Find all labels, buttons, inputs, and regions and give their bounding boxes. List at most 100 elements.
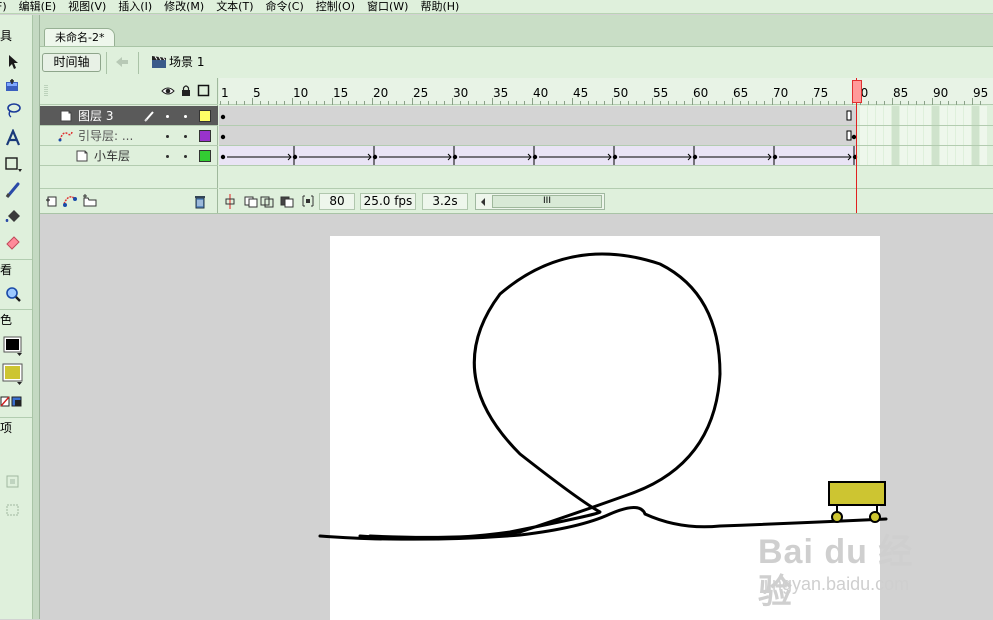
tween-keyframe[interactable] [372, 154, 378, 160]
text-tool-icon [5, 129, 21, 146]
center-frame-icon[interactable] [224, 194, 236, 209]
arrow-icon [9, 55, 18, 69]
timeline-panel: 图层 3 引导层: ... 小车层 1 5 10 15 20 25 30 35 … [40, 78, 993, 213]
swap-colors-icon [0, 396, 22, 407]
zoom-tool[interactable] [2, 283, 24, 305]
menu-insert[interactable]: 插入(I) [113, 0, 159, 13]
outline-icon[interactable] [197, 84, 211, 98]
ruler-tick-label: 1 [221, 86, 229, 100]
menu-text[interactable]: 文本(T) [211, 0, 260, 13]
visibility-dot[interactable] [166, 115, 169, 118]
ruler-tick-label: 40 [533, 86, 549, 100]
cart-wheel-left [831, 511, 843, 523]
add-motion-guide-icon[interactable] [62, 194, 80, 208]
motion-guide-icon [58, 131, 73, 142]
text-tool[interactable] [2, 127, 24, 149]
swap-colors-button[interactable] [0, 391, 22, 413]
snap-option[interactable] [2, 471, 24, 493]
tween-keyframe[interactable] [452, 154, 458, 160]
trash-icon[interactable] [193, 194, 207, 209]
timeline-scrollbar[interactable]: III [475, 193, 605, 210]
cart [828, 481, 886, 523]
edit-multiple-frames-icon[interactable] [280, 194, 296, 209]
lasso-tool[interactable] [2, 99, 24, 121]
frame-area: 15101520253035404550556065707580859095 8… [219, 78, 993, 213]
end-frame-marker [846, 130, 852, 141]
empty-frame-cell [876, 106, 883, 165]
layer-name[interactable]: 小车层 [94, 149, 130, 163]
keyframe[interactable] [220, 114, 226, 120]
layer-page-icon [76, 150, 88, 162]
frame-rate-field[interactable]: 25.0 fps [360, 193, 416, 210]
baidu-logo: Bai du 经验 [758, 533, 914, 611]
lock-dot[interactable] [184, 115, 187, 118]
eye-icon[interactable] [161, 86, 175, 96]
layer-row[interactable]: 图层 3 [40, 106, 218, 126]
layer-row[interactable]: 引导层: ... [40, 126, 218, 146]
keyframe[interactable] [220, 134, 226, 140]
scene-label[interactable]: 场景 1 [169, 55, 204, 69]
layer-row[interactable]: 小车层 [40, 146, 218, 166]
layer-name[interactable]: 图层 3 [78, 109, 113, 123]
modify-onion-markers-icon[interactable] [301, 194, 317, 209]
back-arrow-icon[interactable] [114, 54, 130, 70]
brush-icon [5, 182, 20, 198]
arrow-tool[interactable] [2, 51, 24, 73]
menu-view[interactable]: 视图(V) [63, 0, 113, 13]
menu-file[interactable]: F) [0, 0, 14, 13]
empty-frame-cell [956, 106, 963, 165]
insert-layer-icon[interactable] [45, 194, 59, 208]
rectangle-tool[interactable] [2, 153, 24, 175]
menu-help[interactable]: 帮助(H) [415, 0, 466, 13]
toolbar-divider [138, 52, 139, 74]
tools-divider [0, 309, 32, 310]
document-tab[interactable]: 未命名-2* [44, 28, 116, 47]
layer-outline-color[interactable] [199, 150, 211, 162]
ruler-tick-label: 35 [493, 86, 509, 100]
tween-keyframe[interactable] [772, 154, 778, 160]
tween-keyframe[interactable] [220, 154, 226, 160]
drag-handle-icon[interactable] [44, 84, 48, 98]
frame-ruler[interactable]: 15101520253035404550556065707580859095 [219, 78, 993, 105]
lock-dot[interactable] [184, 135, 187, 138]
smooth-option[interactable] [2, 499, 24, 521]
clapperboard-icon [152, 56, 166, 68]
visibility-dot[interactable] [166, 135, 169, 138]
fill-swatch-icon [2, 363, 23, 385]
insert-folder-icon[interactable] [82, 194, 98, 208]
timeline-toggle-button[interactable]: 时间轴 [42, 53, 101, 72]
onion-skin-outlines-icon[interactable] [260, 194, 276, 209]
scroll-thumb[interactable]: III [492, 195, 602, 208]
scroll-left-icon[interactable] [478, 197, 488, 207]
end-frame-marker [846, 110, 852, 121]
menu-commands[interactable]: 命令(C) [261, 0, 311, 13]
fill-color-swatch[interactable] [2, 363, 24, 385]
tween-keyframe[interactable] [612, 154, 618, 160]
subselect-tool[interactable] [2, 75, 24, 97]
layer-outline-color[interactable] [199, 130, 211, 142]
tween-keyframe[interactable] [532, 154, 538, 160]
visibility-dot[interactable] [166, 155, 169, 158]
pencil-tool[interactable] [2, 179, 24, 201]
onion-skin-icon[interactable] [244, 194, 260, 209]
layer-outline-color[interactable] [199, 110, 211, 122]
eraser-tool[interactable] [2, 231, 24, 253]
tween-keyframe[interactable] [692, 154, 698, 160]
empty-frame-cell [932, 106, 939, 165]
menu-edit[interactable]: 编辑(E) [14, 0, 64, 13]
tween-keyframe[interactable] [292, 154, 298, 160]
frame-grid[interactable] [219, 106, 993, 166]
lock-dot[interactable] [184, 155, 187, 158]
menu-modify[interactable]: 修改(M) [159, 0, 211, 13]
playhead[interactable] [852, 80, 862, 103]
current-frame-field[interactable]: 80 [319, 193, 355, 210]
layer-name[interactable]: 引导层: ... [78, 129, 133, 143]
cart-wheel-right [869, 511, 881, 523]
tools-panel: 具 看 色 项 [0, 15, 33, 619]
lock-icon[interactable] [181, 84, 191, 97]
stroke-color-swatch[interactable] [2, 335, 24, 357]
paint-bucket-tool[interactable] [2, 205, 24, 227]
ruler-tick-label: 55 [653, 86, 669, 100]
menu-control[interactable]: 控制(O) [311, 0, 362, 13]
menu-window[interactable]: 窗口(W) [362, 0, 415, 13]
